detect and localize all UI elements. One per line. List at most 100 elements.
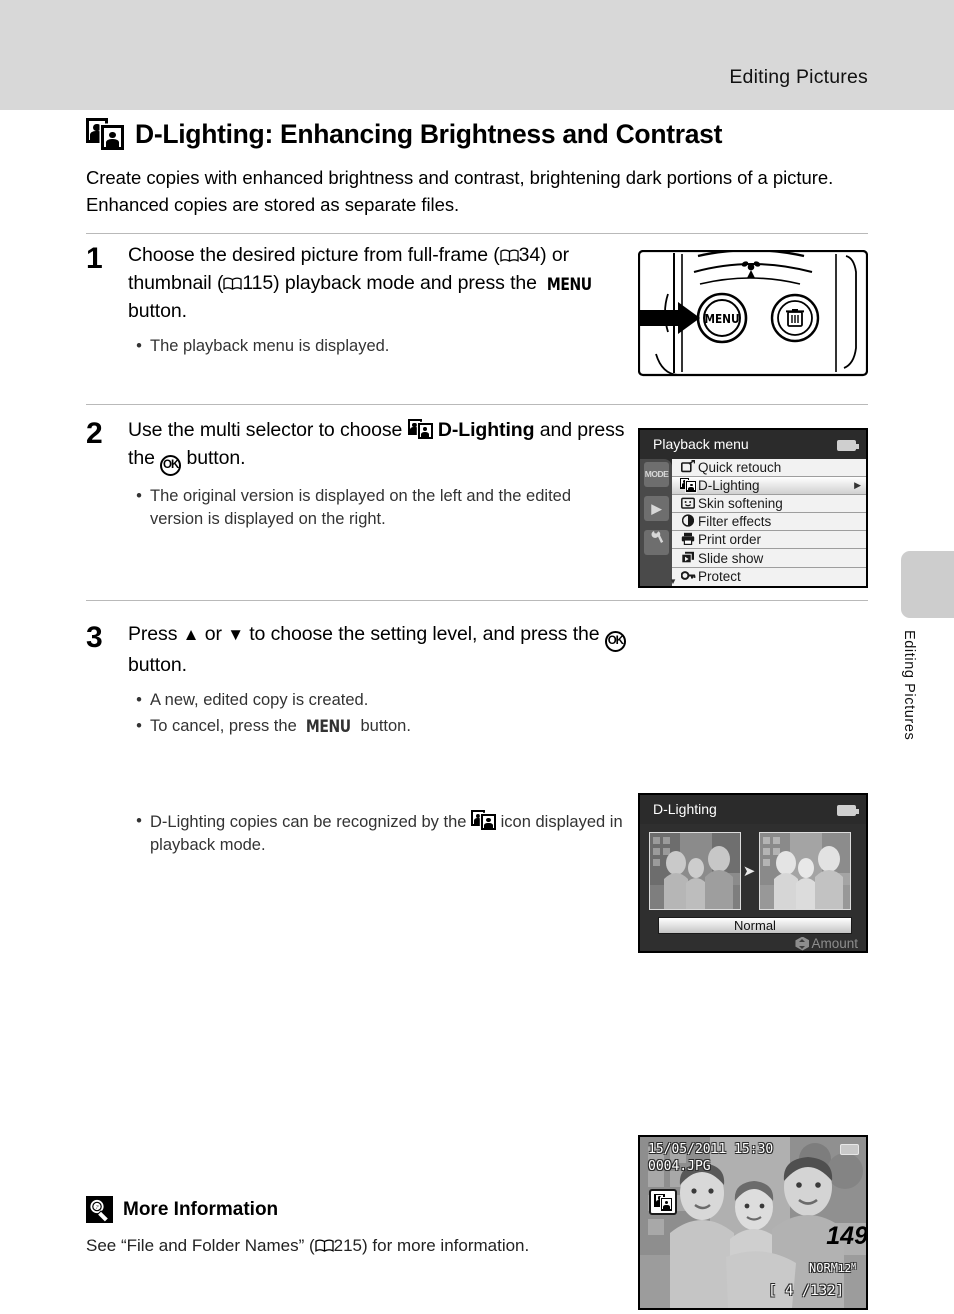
more-information-heading: ? More Information: [86, 1196, 786, 1223]
battery-icon: [837, 440, 859, 451]
list-item: • The original version is displayed on t…: [128, 485, 628, 531]
bullet-text-a: To cancel, press the: [150, 716, 302, 735]
page-header-title: Editing Pictures: [729, 66, 868, 88]
menu-item-slide-show[interactable]: Slide show: [672, 549, 866, 568]
chapter-section: D-Lighting: Enhancing Brightness and Con…: [86, 118, 868, 219]
playback-menu-title: Playback menu: [653, 436, 749, 452]
manual-page: Editing Pictures Editing Pictures D-Ligh…: [0, 0, 954, 1314]
sidebar-item-mode[interactable]: MODE: [644, 462, 669, 487]
step-3-text-b: or: [199, 623, 228, 645]
ok-button-glyph: OK: [160, 454, 182, 476]
more-information-title: More Information: [123, 1198, 279, 1220]
slide-show-icon: [678, 551, 698, 566]
bullet-dot: •: [136, 486, 142, 505]
amount-indicator: Amount: [795, 936, 858, 951]
menu-item-skin-softening[interactable]: Skin softening: [672, 495, 866, 514]
step-2-text-a: Use the multi selector to choose: [128, 419, 408, 441]
page-number: 149: [826, 1222, 868, 1250]
bullet-text: The playback menu is displayed.: [150, 336, 390, 355]
menu-item-label: Quick retouch: [698, 460, 782, 476]
scroll-down-caret-icon: ▼: [669, 576, 677, 586]
menu-item-print-order[interactable]: Print order: [672, 531, 866, 550]
side-tab-block: [901, 551, 954, 618]
bullet-dot: •: [136, 336, 142, 355]
step-1-text-c: ) playback mode and press the: [273, 271, 543, 294]
ok-button-glyph: OK: [604, 631, 626, 652]
amount-label: Amount: [811, 936, 858, 951]
step-3: 3 Press ▲ or ▼ to choose the setting lev…: [86, 621, 628, 743]
edited-preview-thumbnail: [759, 832, 851, 910]
step-3-text-c: to choose the setting level, and press t…: [243, 623, 605, 645]
bullet-dot: •: [136, 716, 142, 735]
bullet-text: D-Lighting copies can be recognized by t…: [150, 810, 628, 857]
page-title: D-Lighting: Enhancing Brightness and Con…: [135, 119, 723, 149]
lightbulb-icon: ?: [86, 1196, 113, 1223]
step-3-text-a: Press: [128, 623, 183, 645]
playback-menu-titlebar: Playback menu: [640, 430, 866, 459]
sidebar-item-playback[interactable]: ▶: [644, 496, 669, 521]
page-header-band: [0, 0, 954, 110]
chapter-heading: D-Lighting: Enhancing Brightness and Con…: [86, 118, 868, 151]
step-number: 3: [86, 621, 103, 654]
skin-softening-icon: [678, 497, 698, 511]
size-unit-label: M: [851, 1262, 856, 1271]
sidebar-item-setup[interactable]: [644, 530, 669, 555]
svg-text:?: ?: [96, 1205, 99, 1211]
list-item: • D-Lighting copies can be recognized by…: [128, 810, 628, 857]
playback-menu-screenshot: Playback menu MODE ▶ Quick retouch D-Lig…: [638, 428, 868, 588]
playback-menu-body: MODE ▶ Quick retouch D-Lighting ▶ Skin s…: [640, 459, 866, 586]
more-information-text: See “File and Folder Names” (215) for mo…: [86, 1236, 786, 1256]
camera-back-illustration: MENU: [638, 250, 868, 382]
step-3-instruction: Press ▲ or ▼ to choose the setting level…: [128, 621, 628, 680]
d-lighting-preview-area: ➤ Normal Amount: [640, 824, 866, 951]
book-ref-icon: [314, 1239, 334, 1253]
bullet-text: The original version is displayed on the…: [150, 486, 572, 528]
more-information-section: ? More Information See “File and Folder …: [86, 1196, 786, 1256]
bullet-text: To cancel, press the MENU button.: [150, 715, 411, 740]
menu-item-label: Slide show: [698, 550, 764, 566]
playback-image-quality: NORM12M: [809, 1261, 856, 1275]
arrow-down-icon: ▼: [227, 625, 244, 644]
step-3-bullets: • A new, edited copy is created. • To ca…: [128, 689, 628, 740]
chapter-intro: Create copies with enhanced brightness a…: [86, 167, 834, 215]
section-divider: [86, 404, 868, 405]
camera-menu-button-label: MENU: [704, 312, 739, 326]
d-lighting-screen-title: D-Lighting: [653, 801, 717, 817]
bullet-dot: •: [136, 812, 142, 830]
step-2-text-c: button.: [181, 446, 246, 469]
menu-item-quick-retouch[interactable]: Quick retouch: [672, 459, 866, 478]
step-1-ref-115: 115: [242, 271, 274, 294]
step-number: 1: [86, 242, 103, 275]
menu-item-protect[interactable]: ▼ Protect: [669, 567, 866, 586]
d-lighting-icon-note: • D-Lighting copies can be recognized by…: [128, 810, 628, 860]
menu-item-label: Protect: [698, 569, 741, 585]
playback-date-time: 15/05/2011 15:30: [648, 1142, 774, 1157]
setting-level-bar[interactable]: Normal: [658, 917, 852, 934]
battery-icon: [840, 1144, 859, 1159]
section-divider: [86, 233, 868, 234]
step-1: 1 Choose the desired picture from full-f…: [86, 242, 628, 361]
book-ref-icon: [223, 277, 243, 291]
step-2-instruction: Use the multi selector to choose D-Light…: [128, 417, 628, 476]
protect-key-icon: [678, 570, 698, 583]
list-item: • To cancel, press the MENU button.: [128, 715, 628, 740]
more-ref-215: 215: [333, 1236, 363, 1255]
menu-item-label: Print order: [698, 532, 762, 548]
book-ref-icon: [500, 249, 519, 263]
menu-sidebar: MODE ▶: [640, 459, 672, 586]
menu-item-label: Filter effects: [698, 514, 772, 530]
bullet-text-b: button.: [355, 716, 411, 735]
d-lighting-titlebar: D-Lighting: [640, 795, 866, 824]
list-item: • A new, edited copy is created.: [128, 689, 628, 712]
menu-item-filter-effects[interactable]: Filter effects: [672, 513, 866, 532]
menu-item-d-lighting[interactable]: D-Lighting ▶: [672, 477, 866, 496]
d-lighting-icon: [407, 419, 433, 440]
d-lighting-icon: [86, 118, 124, 151]
playback-filename: 0004.JPG: [648, 1159, 711, 1174]
step-2-bold-dlighting: D-Lighting: [437, 419, 535, 441]
menu-item-label: D-Lighting: [698, 478, 760, 494]
step-2-bullets: • The original version is displayed on t…: [128, 485, 628, 531]
playback-frame-counter: [ 4 /132]: [768, 1283, 844, 1299]
playback-menu-list: Quick retouch D-Lighting ▶ Skin softenin…: [669, 459, 866, 586]
step-1-bullets: • The playback menu is displayed.: [128, 335, 628, 358]
